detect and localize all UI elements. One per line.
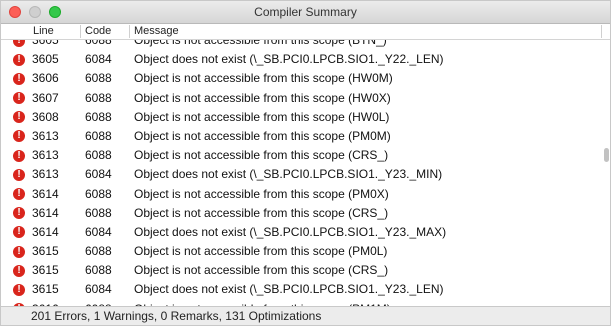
error-icon: ! — [13, 245, 25, 258]
cell-message: Object does not exist (\_SB.PCI0.LPCB.SI… — [134, 167, 443, 182]
error-icon: ! — [13, 92, 25, 105]
cell-message: Object is not accessible from this scope… — [134, 71, 393, 86]
error-icon: ! — [13, 207, 25, 220]
cell-code: 6088 — [85, 128, 112, 143]
error-icon: ! — [13, 188, 25, 200]
cell-message: Object does not exist (\_SB.PCI0.LPCB.SI… — [134, 282, 444, 297]
cell-code: 6088 — [85, 244, 112, 259]
cell-line: 3614 — [32, 186, 59, 201]
table-row[interactable]: ! 3615 6084 Object does not exist (\_SB.PCI… — [1, 280, 604, 299]
table-row[interactable]: ! 3614 6088 Object is not accessible from t… — [1, 204, 604, 223]
error-icon: ! — [13, 53, 25, 66]
error-icon: ! — [13, 168, 25, 181]
error-icon: ! — [13, 111, 25, 124]
cell-code: 6088 — [85, 90, 112, 105]
table-header: Line Code Message — [1, 24, 610, 40]
error-icon: ! — [13, 149, 25, 162]
cell-line: 3614 — [32, 224, 59, 239]
table-row[interactable]: ! 3614 6084 Object does not exist (\_SB.PCI… — [1, 223, 604, 242]
cell-code: 6084 — [85, 52, 112, 67]
table-row[interactable]: ! 3605 6084 Object does not exist (\_SB.PCI… — [1, 50, 604, 69]
table-row[interactable]: ! 3607 6088 Object is not accessible from t… — [1, 89, 604, 108]
cell-code: 6088 — [85, 186, 112, 201]
cell-code: 6084 — [85, 282, 112, 297]
cell-line: 3613 — [32, 148, 59, 163]
cell-code: 6084 — [85, 224, 112, 239]
column-divider[interactable] — [129, 25, 130, 38]
table-row[interactable]: ! 3613 6084 Object does not exist (\_SB.PCI… — [1, 165, 604, 184]
cell-line: 3605 — [32, 52, 59, 67]
error-icon: ! — [13, 226, 25, 239]
cell-line: 3614 — [32, 205, 59, 220]
table-row[interactable]: ! 3615 6088 Object is not accessible from t… — [1, 242, 604, 261]
cell-line: 3615 — [32, 263, 59, 278]
cell-message: Object is not accessible from this scope… — [134, 244, 388, 259]
table-row[interactable]: ! 3615 6088 Object is not accessible from t… — [1, 261, 604, 280]
cell-code: 6088 — [85, 71, 112, 86]
cell-code: 6088 — [85, 148, 112, 163]
column-divider[interactable] — [601, 25, 602, 38]
cell-message: Object is not accessible from this scope… — [134, 128, 391, 143]
cell-line: 3613 — [32, 128, 59, 143]
cell-message: Object does not exist (\_SB.PCI0.LPCB.SI… — [134, 224, 447, 239]
table-row[interactable]: ! 3606 6088 Object is not accessible from t… — [1, 69, 604, 88]
cell-code: 6088 — [85, 263, 112, 278]
cell-message: Object is not accessible from this scope… — [134, 90, 391, 105]
window-title: Compiler Summary — [254, 5, 357, 19]
cell-message: Object does not exist (\_SB.PCI0.LPCB.SI… — [134, 52, 444, 67]
title-bar: Compiler Summary — [1, 1, 610, 24]
cell-line: 3615 — [32, 282, 59, 297]
cell-message: Object is not accessible from this scope… — [134, 186, 389, 201]
cell-line: 3608 — [32, 109, 59, 124]
table-row[interactable]: ! 3608 6088 Object is not accessible from t… — [1, 108, 604, 127]
messages-list[interactable]: ! 3605 6088 Object is not accessible from t… — [1, 31, 604, 307]
cell-code: 6088 — [85, 109, 112, 124]
scrollbar-thumb[interactable] — [604, 148, 609, 162]
error-icon: ! — [13, 130, 25, 143]
cell-line: 3615 — [32, 244, 59, 259]
cell-code: 6084 — [85, 167, 112, 182]
cell-message: Object is not accessible from this scope… — [134, 109, 390, 124]
compiler-summary-window: Compiler Summary ! 3605 6088 Object is not … — [0, 0, 611, 326]
status-bar: 201 Errors, 1 Warnings, 0 Remarks, 131 O… — [1, 306, 610, 325]
column-header-message[interactable]: Message — [134, 25, 179, 38]
cell-line: 3606 — [32, 71, 59, 86]
table-row[interactable]: ! 3613 6088 Object is not accessible from t… — [1, 146, 604, 165]
cell-message: Object is not accessible from this scope… — [134, 148, 389, 163]
column-divider[interactable] — [80, 25, 81, 38]
cell-code: 6088 — [85, 205, 112, 220]
table-row[interactable]: ! 3613 6088 Object is not accessible from t… — [1, 127, 604, 146]
cell-message: Object is not accessible from this scope… — [134, 263, 389, 278]
message-rows: ! 3605 6088 Object is not accessible from t… — [1, 31, 604, 307]
cell-line: 3607 — [32, 90, 59, 105]
cell-message: Object is not accessible from this scope… — [134, 205, 389, 220]
column-header-code[interactable]: Code — [85, 25, 111, 38]
cell-line: 3613 — [32, 167, 59, 182]
column-header-line[interactable]: Line — [33, 25, 54, 38]
error-icon: ! — [13, 283, 25, 296]
vertical-scrollbar[interactable] — [602, 40, 610, 308]
error-icon: ! — [13, 264, 25, 277]
error-icon: ! — [13, 72, 25, 85]
table-row[interactable]: ! 3614 6088 Object is not accessible from t… — [1, 185, 604, 204]
